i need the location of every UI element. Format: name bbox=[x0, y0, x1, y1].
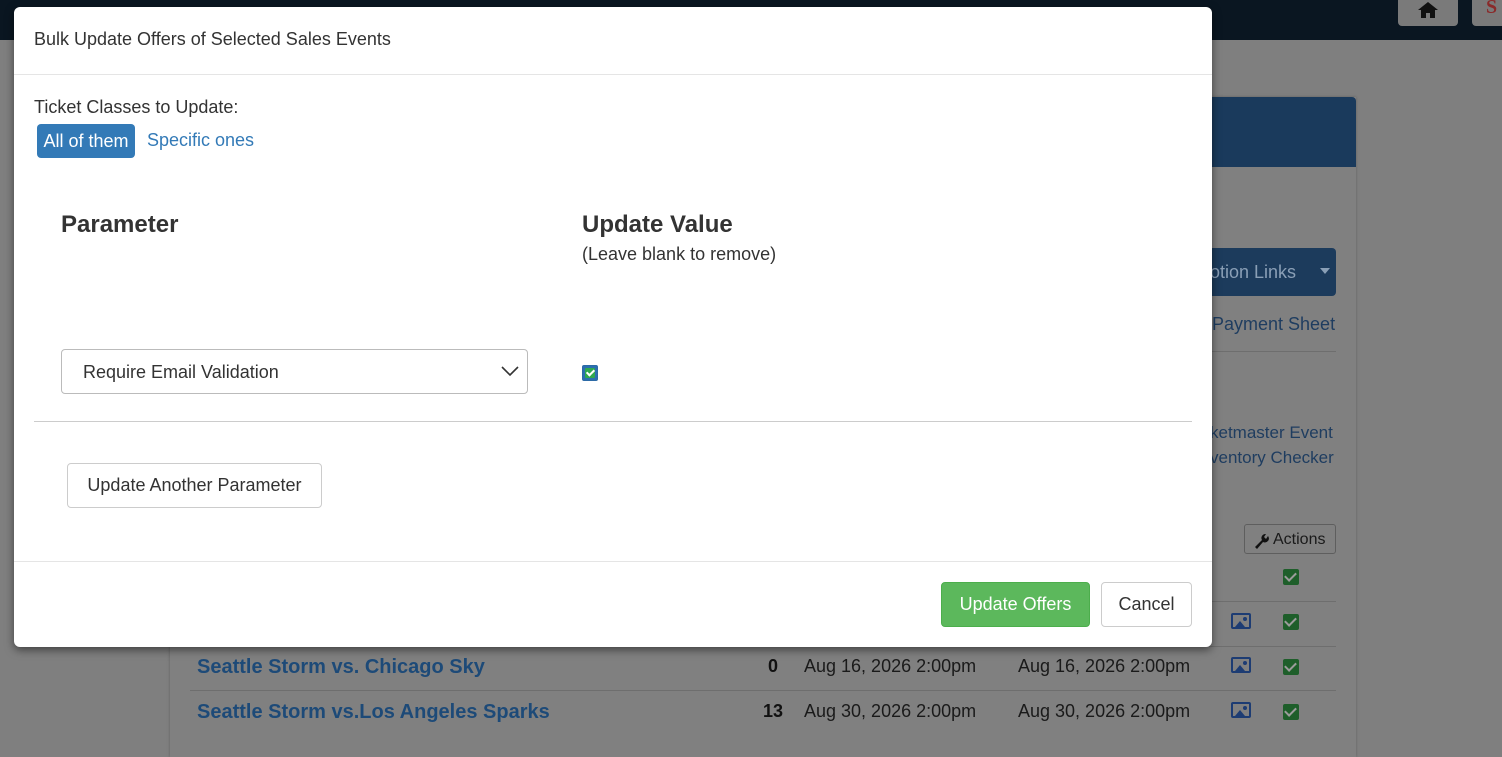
table-divider bbox=[190, 690, 1336, 691]
parameter-select[interactable]: Require Email Validation bbox=[61, 349, 528, 394]
update-another-parameter-button[interactable]: Update Another Parameter bbox=[67, 463, 322, 508]
event-start-date: Aug 16, 2026 2:00pm bbox=[804, 656, 977, 676]
row-checkbox[interactable] bbox=[1283, 659, 1299, 675]
update-value-column-heading: Update Value bbox=[582, 211, 733, 238]
divider bbox=[34, 421, 1192, 422]
bulk-update-modal: Bulk Update Offers of Selected Sales Eve… bbox=[14, 7, 1212, 647]
event-count: 13 bbox=[762, 701, 783, 721]
row-checkbox[interactable] bbox=[1283, 704, 1299, 720]
inventory-checker-link[interactable]: ventory Checker bbox=[1210, 448, 1334, 468]
modal-title: Bulk Update Offers of Selected Sales Eve… bbox=[34, 29, 391, 49]
caret-down-icon bbox=[1320, 268, 1330, 274]
event-count: 0 bbox=[767, 656, 778, 676]
parameter-select-value: Require Email Validation bbox=[83, 362, 279, 382]
brand-logo-glyph: S bbox=[1486, 0, 1498, 18]
cancel-button[interactable]: Cancel bbox=[1101, 582, 1192, 627]
checkmark-icon bbox=[585, 368, 595, 378]
payment-sheet-link[interactable]: Payment Sheet bbox=[1212, 314, 1335, 335]
chevron-down-icon bbox=[501, 366, 519, 377]
all-of-them-option[interactable]: All of them bbox=[37, 124, 135, 158]
home-icon bbox=[1418, 2, 1438, 18]
update-value-checkbox[interactable] bbox=[582, 365, 598, 381]
wrench-icon bbox=[1255, 533, 1269, 549]
event-start-date: Aug 30, 2026 2:00pm bbox=[804, 701, 977, 721]
ticket-classes-label: Ticket Classes to Update: bbox=[34, 97, 239, 117]
select-all-checkbox[interactable] bbox=[1283, 569, 1299, 585]
row-checkbox[interactable] bbox=[1283, 614, 1299, 630]
image-icon[interactable] bbox=[1231, 657, 1251, 673]
divider bbox=[1200, 351, 1336, 352]
update-value-hint: (Leave blank to remove) bbox=[582, 244, 777, 264]
update-offers-button[interactable]: Update Offers bbox=[941, 582, 1090, 627]
modal-header: Bulk Update Offers of Selected Sales Eve… bbox=[14, 7, 1212, 75]
specific-ones-option[interactable]: Specific ones bbox=[147, 130, 254, 151]
brand-button[interactable]: S bbox=[1472, 0, 1502, 26]
parameter-column-heading: Parameter bbox=[61, 211, 179, 238]
event-title-link[interactable]: Seattle Storm vs. Chicago Sky bbox=[197, 656, 485, 679]
image-icon[interactable] bbox=[1231, 613, 1251, 629]
home-button[interactable] bbox=[1398, 0, 1458, 26]
event-title-link[interactable]: Seattle Storm vs.Los Angeles Sparks bbox=[197, 701, 550, 724]
event-end-date: Aug 16, 2026 2:00pm bbox=[1018, 656, 1191, 676]
event-end-date: Aug 30, 2026 2:00pm bbox=[1018, 701, 1191, 721]
actions-button[interactable]: Actions bbox=[1244, 524, 1336, 554]
promotion-links-label: otion Links bbox=[1210, 262, 1297, 282]
actions-label: Actions bbox=[1273, 531, 1326, 548]
image-icon[interactable] bbox=[1231, 702, 1251, 718]
ticketmaster-event-link[interactable]: ketmaster Event bbox=[1210, 423, 1333, 443]
